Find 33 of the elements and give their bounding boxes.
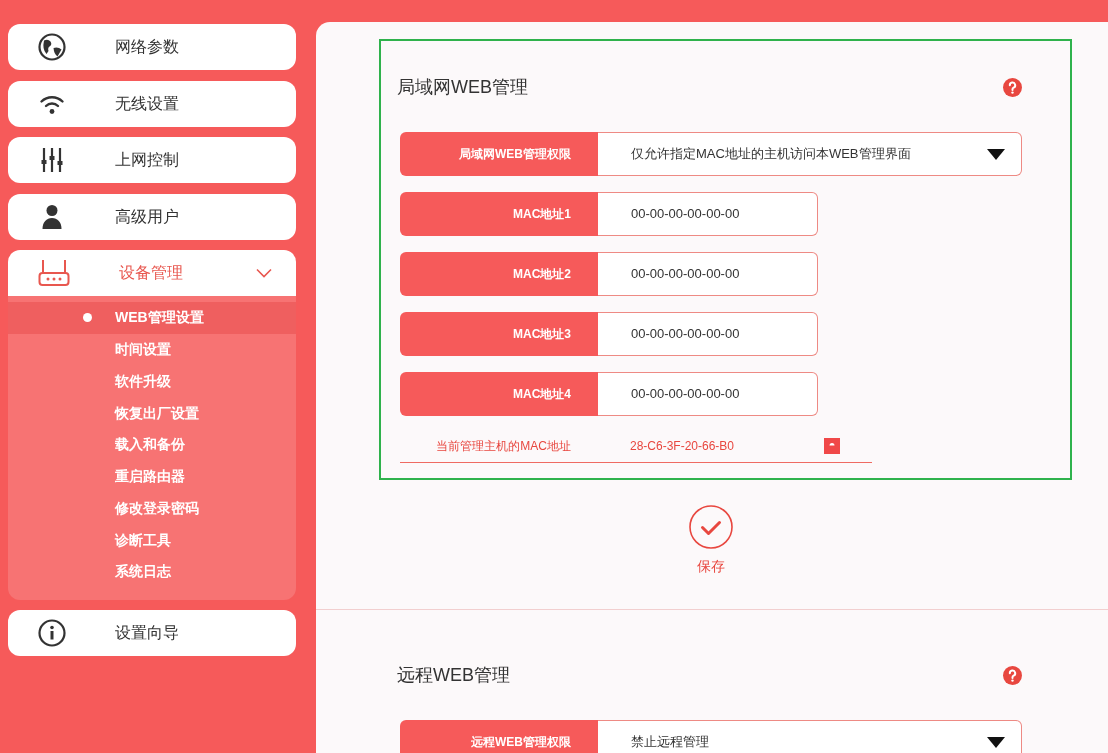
help-icon[interactable] (1003, 77, 1022, 97)
section-title: 远程WEB管理 (397, 663, 510, 687)
router-icon (38, 259, 70, 287)
permission-dropdown[interactable]: 仅允许指定MAC地址的主机访问本WEB管理界面 (598, 132, 1022, 176)
field-label: 局域网WEB管理权限 (400, 132, 598, 176)
field-label: MAC地址4 (400, 372, 598, 416)
caret-down-icon (987, 148, 1005, 160)
help-icon[interactable] (1003, 665, 1022, 685)
permission-dropdown[interactable]: 禁止远程管理 (598, 720, 1022, 753)
square-icon[interactable] (824, 438, 840, 454)
sidebar-item[interactable]: 网络参数 (8, 24, 296, 70)
caret-down-icon (987, 736, 1005, 748)
mac-address-field[interactable]: 00-00-00-00-00-00 (598, 192, 818, 236)
globe-icon (38, 33, 66, 61)
mac-address-field[interactable]: 00-00-00-00-00-00 (598, 312, 818, 356)
host-mac-value: 28-C6-3F-20-66-B0 (629, 438, 736, 455)
sidebar-item[interactable]: 无线设置 (8, 80, 296, 127)
mac-address-field[interactable]: 00-00-00-00-00-00 (598, 252, 818, 296)
sidebar-item[interactable]: 高级用户 (8, 193, 296, 240)
field-label: MAC地址1 (400, 192, 598, 236)
sidebar-item[interactable]: 设置向导 (8, 610, 296, 657)
field-label: 远程WEB管理权限 (400, 720, 598, 753)
info-icon (38, 619, 66, 648)
sidebar-item[interactable]: 上网控制 (8, 137, 296, 183)
field-label: MAC地址2 (400, 252, 598, 296)
host-mac-label: 当前管理主机的MAC地址 (435, 438, 572, 455)
check-circle-icon (689, 505, 733, 549)
section-title: 局域网WEB管理 (397, 75, 528, 99)
field-label: MAC地址3 (400, 312, 598, 356)
save-button[interactable]: 保存 (689, 505, 733, 576)
bullet-icon (83, 313, 92, 323)
sidebar-item[interactable]: 设备管理 (8, 250, 296, 296)
mac-address-field[interactable]: 00-00-00-00-00-00 (598, 372, 818, 416)
